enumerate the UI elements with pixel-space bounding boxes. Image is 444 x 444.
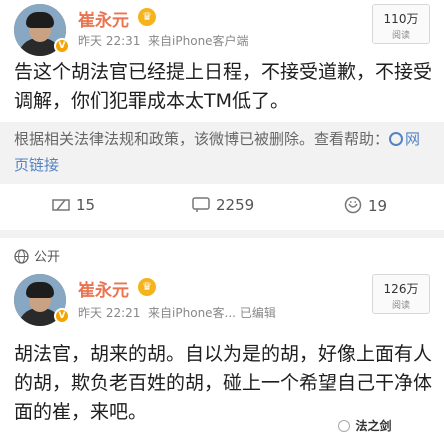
like-count: 19 (368, 197, 388, 215)
weibo-logo-icon (338, 420, 350, 432)
member-crown-icon: ♛ (138, 8, 156, 26)
read-count: 126万 (383, 282, 419, 296)
like-button[interactable]: 19 (344, 196, 387, 215)
repost-icon (52, 199, 70, 211)
read-label: 阅读 (391, 31, 410, 41)
verified-badge-icon: V (54, 38, 70, 54)
weibo-post-1: V 崔永元 ♛ 昨天 22:31 来自iPhone客户端 110万 阅读 告这个… (0, 0, 444, 222)
watermark-brand: 法之剑 (355, 419, 392, 433)
deleted-notice-text: 根据相关法律法规和政策，该微博已被删除。查看帮助： (14, 130, 390, 148)
member-crown-icon: ♛ (138, 278, 156, 296)
post-meta: 昨天 22:31 来自iPhone客户端 (78, 32, 249, 49)
post-meta: 昨天 22:21 来自iPhone客... 已编辑 (78, 304, 276, 321)
read-count-box: 110万 阅读 (372, 4, 430, 44)
read-count: 110万 (383, 12, 419, 26)
link-icon (389, 132, 404, 146)
repost-count: 15 (76, 196, 96, 214)
comment-icon (192, 197, 210, 212)
comment-button[interactable]: 2259 (192, 196, 254, 214)
post-time: 昨天 22:31 (78, 34, 141, 48)
post-content: 告这个胡法官已经提上日程，不接受道歉，不接受调解，你们犯罪成本太TM低了。 (14, 61, 433, 112)
smiley-icon (344, 196, 362, 214)
read-count-box: 126万 阅读 (372, 274, 430, 314)
comment-count: 2259 (216, 196, 255, 214)
globe-icon (14, 249, 29, 264)
post-actions: 15 2259 19 (0, 192, 444, 222)
post-source: 来自iPhone客户端 (148, 34, 249, 48)
watermark: 法之剑 (334, 416, 396, 435)
post-time: 昨天 22:21 (78, 306, 141, 320)
edited-label[interactable]: 已编辑 (240, 306, 276, 320)
visibility-label[interactable]: 公开 (14, 246, 60, 265)
author-name[interactable]: 崔永元 (78, 276, 129, 301)
author-name[interactable]: 崔永元 (78, 6, 129, 31)
read-label: 阅读 (391, 301, 410, 311)
post-content: 胡法官，胡来的胡。自以为是的胡，好像上面有人的胡，欺负老百姓的胡，碰上一个希望自… (14, 343, 433, 423)
deleted-notice: 根据相关法律法规和政策，该微博已被删除。查看帮助： 网页链接 (0, 122, 444, 184)
post-source: 来自iPhone客... (148, 306, 236, 320)
visibility-text: 公开 (34, 250, 61, 265)
verified-badge-icon: V (54, 308, 70, 324)
repost-button[interactable]: 15 (52, 196, 95, 214)
section-divider (0, 230, 444, 238)
